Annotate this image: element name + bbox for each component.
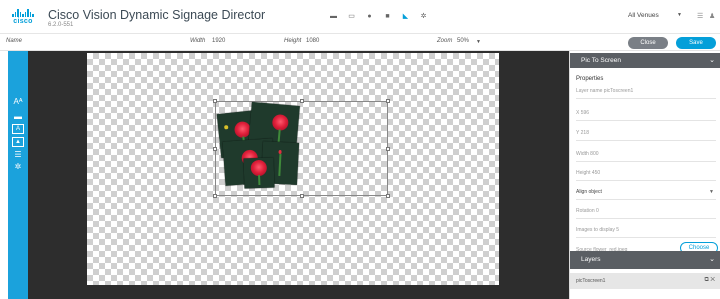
- close-icon[interactable]: ✕: [710, 277, 715, 283]
- layer-item-label: picToscreen1: [576, 278, 606, 284]
- user-icon[interactable]: ♟: [709, 12, 715, 20]
- resize-handle[interactable]: [300, 99, 304, 103]
- images-to-display-value: Images to display 5: [576, 227, 620, 233]
- save-button[interactable]: Save: [676, 37, 716, 49]
- images-to-display-field[interactable]: Images to display 5: [576, 221, 716, 238]
- layers-header[interactable]: Layers ⌄: [570, 251, 720, 269]
- image-icon[interactable]: ▲: [12, 137, 24, 147]
- close-button[interactable]: Close: [628, 37, 668, 49]
- zoom-value[interactable]: 50%: [457, 38, 469, 44]
- rotation-field[interactable]: Rotation 0: [576, 202, 716, 219]
- height-value: Height 450: [576, 170, 601, 176]
- x-value: X 596: [576, 110, 590, 116]
- flower-image: [243, 157, 275, 189]
- y-value: Y 218: [576, 130, 589, 136]
- resize-handle[interactable]: [213, 99, 217, 103]
- resize-handle[interactable]: [213, 194, 217, 198]
- resize-handle[interactable]: [300, 194, 304, 198]
- resize-handle[interactable]: [213, 147, 217, 151]
- gear-icon[interactable]: ✲: [420, 13, 427, 20]
- height-label: Height: [284, 38, 302, 44]
- transparent-canvas[interactable]: [87, 53, 499, 285]
- selection-frame[interactable]: [213, 99, 390, 198]
- gear-icon[interactable]: ✲: [12, 162, 24, 172]
- grid-icon[interactable]: ■: [384, 13, 391, 20]
- layers-title: Layers: [581, 256, 601, 263]
- rotation-value: Rotation 0: [576, 208, 599, 214]
- folder-icon[interactable]: ▬: [330, 13, 337, 20]
- y-field[interactable]: Y 218: [576, 124, 716, 141]
- layer-name-field[interactable]: Layer name picToscreen1: [576, 82, 716, 99]
- line-icon[interactable]: ▬: [12, 112, 24, 122]
- layer-name-value: Layer name picToscreen1: [576, 88, 634, 94]
- chevron-down-icon[interactable]: ⌄: [709, 255, 715, 263]
- chevron-down-icon[interactable]: ⌄: [709, 56, 715, 64]
- text-icon[interactable]: Aᴬ: [12, 97, 24, 107]
- width-value[interactable]: 1920: [212, 38, 225, 44]
- layer-item[interactable]: picToscreen1 ⧉ ✕: [570, 273, 720, 289]
- width-field[interactable]: Width 800: [576, 145, 716, 162]
- chevron-down-icon[interactable]: ▼: [709, 189, 714, 195]
- app-version: 6.2.0-551: [48, 22, 74, 28]
- app-header: cisco Cisco Vision Dynamic Signage Direc…: [0, 0, 720, 34]
- chevron-down-icon[interactable]: ▼: [677, 12, 682, 18]
- monitor-icon[interactable]: ▭: [348, 13, 355, 20]
- x-field[interactable]: X 596: [576, 104, 716, 121]
- zoom-chevron-icon[interactable]: ▼: [476, 39, 481, 45]
- height-value[interactable]: 1080: [306, 38, 319, 44]
- signage-director-app: cisco Cisco Vision Dynamic Signage Direc…: [0, 0, 720, 299]
- resize-handle[interactable]: [386, 99, 390, 103]
- align-object-value: Align object: [576, 189, 602, 195]
- app-title: Cisco Vision Dynamic Signage Director: [48, 8, 266, 22]
- resize-handle[interactable]: [386, 147, 390, 151]
- resize-handle[interactable]: [386, 194, 390, 198]
- design-stage: [28, 51, 569, 299]
- text-box-icon[interactable]: A: [12, 124, 24, 134]
- height-field[interactable]: Height 450: [576, 164, 716, 181]
- width-label: Width: [190, 38, 206, 44]
- globe-icon[interactable]: ●: [366, 13, 373, 20]
- width-value: Width 800: [576, 151, 599, 157]
- flag-icon[interactable]: ◣: [402, 13, 409, 20]
- list-icon[interactable]: ☰: [12, 150, 24, 160]
- brand-word: cisco: [13, 18, 33, 25]
- properties-panel: Pic To Screen ⌄ Properties Layer name pi…: [569, 51, 720, 299]
- list-icon[interactable]: ☰: [697, 12, 703, 20]
- panel-header[interactable]: Pic To Screen ⌄: [570, 53, 720, 68]
- venue-select[interactable]: All Venues: [628, 12, 659, 19]
- duplicate-icon[interactable]: ⧉: [704, 277, 708, 283]
- properties-bar: Name Width 1920 Height 1080 Zoom 50% ▼ C…: [0, 34, 720, 51]
- zoom-label: Zoom: [437, 38, 453, 44]
- name-field-label[interactable]: Name: [6, 38, 22, 44]
- toolbar-icons: ▬ ▭ ● ■ ◣ ✲: [330, 13, 427, 20]
- align-object-select[interactable]: Align object ▼: [576, 183, 716, 200]
- cisco-logo: cisco: [6, 9, 40, 29]
- tool-rail: Aᴬ ▬ A ▲ ☰ ✲: [8, 51, 28, 299]
- panel-title: Pic To Screen: [581, 57, 621, 64]
